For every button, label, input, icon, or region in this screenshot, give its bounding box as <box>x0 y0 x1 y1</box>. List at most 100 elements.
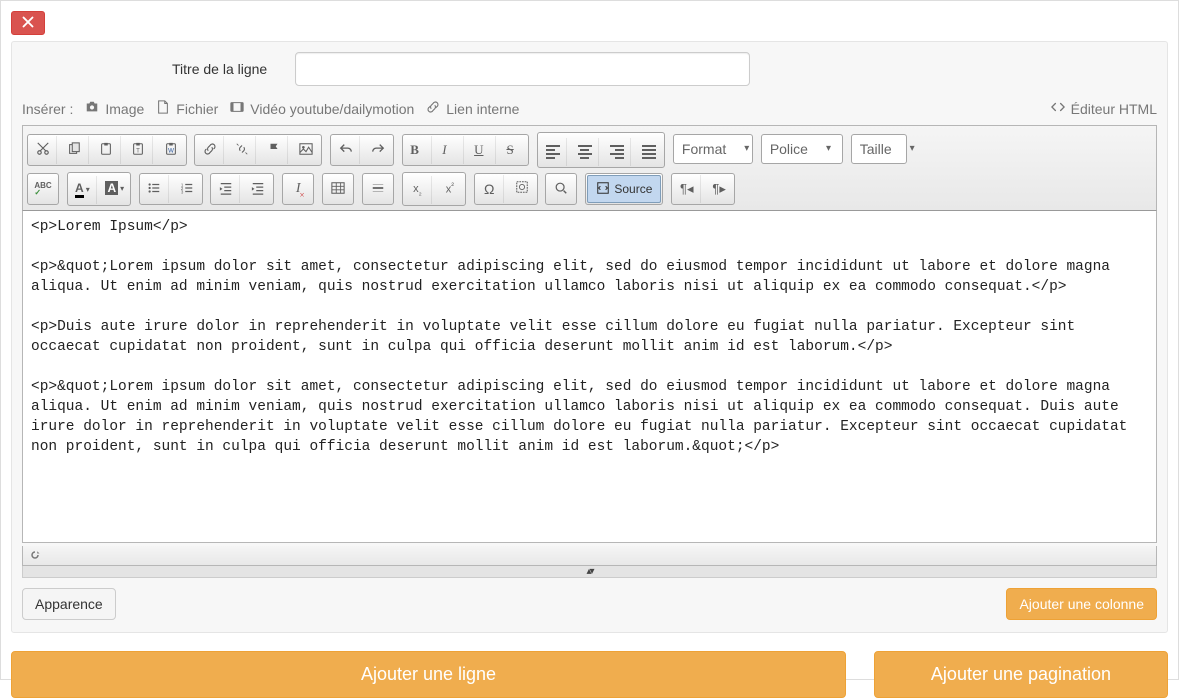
hr-button[interactable] <box>364 175 392 203</box>
rtl-button[interactable]: ¶▸ <box>705 175 733 203</box>
cut-button[interactable] <box>29 136 57 164</box>
insert-video-label: Vidéo youtube/dailymotion <box>250 101 414 117</box>
superscript-icon: x² <box>446 181 454 196</box>
bg-color-button[interactable]: A▾ <box>101 174 129 202</box>
elements-path-icon <box>29 548 41 564</box>
unlink-button[interactable] <box>228 136 256 164</box>
strike-button[interactable]: S <box>499 136 527 164</box>
resize-handle[interactable]: ▴▾ <box>22 566 1157 578</box>
undo-icon <box>339 142 353 159</box>
pilcrow-right-icon: ¶▸ <box>712 181 726 197</box>
insert-file-label: Fichier <box>176 101 218 117</box>
caret-down-icon: ▾ <box>910 143 915 154</box>
italic-button[interactable]: I <box>436 136 464 164</box>
omega-icon: Ω <box>484 181 494 197</box>
row-editor-panel: Titre de la ligne Insérer : Image Fichie… <box>11 41 1168 633</box>
undo-button[interactable] <box>332 136 360 164</box>
paste-button[interactable] <box>93 136 121 164</box>
html-editor-label: Éditeur HTML <box>1071 101 1157 117</box>
superscript-button[interactable]: x² <box>436 174 464 202</box>
text-color-button[interactable]: A▾ <box>69 176 97 204</box>
editor-status-bar <box>22 546 1157 566</box>
html-editor-button[interactable]: Éditeur HTML <box>1051 100 1157 117</box>
underline-button[interactable]: U <box>468 136 496 164</box>
paste-word-button[interactable]: W <box>157 136 185 164</box>
copy-button[interactable] <box>61 136 89 164</box>
insert-bar: Insérer : Image Fichier Vidéo youtube/da… <box>22 100 1157 117</box>
row-title-row: Titre de la ligne <box>22 52 1157 86</box>
anchor-button[interactable] <box>260 136 288 164</box>
indent-button[interactable] <box>244 175 272 203</box>
row-footer: Apparence Ajouter une colonne <box>22 588 1157 620</box>
picture-icon <box>299 142 313 159</box>
align-center-button[interactable] <box>571 138 599 166</box>
bulleted-list-button[interactable] <box>141 175 169 203</box>
clipboard-icon <box>99 142 113 159</box>
add-pagination-button[interactable]: Ajouter une pagination <box>874 651 1168 698</box>
redo-button[interactable] <box>364 136 392 164</box>
svg-text:T: T <box>136 147 140 154</box>
paste-text-button[interactable]: T <box>125 136 153 164</box>
insert-internal-link-button[interactable]: Lien interne <box>426 100 519 117</box>
delete-row-button[interactable] <box>11 11 45 35</box>
insert-file-button[interactable]: Fichier <box>156 100 218 117</box>
table-button[interactable] <box>324 175 352 203</box>
insert-image-button[interactable]: Image <box>85 100 144 117</box>
outdent-button[interactable] <box>212 175 240 203</box>
appearance-button[interactable]: Apparence <box>22 588 116 620</box>
svg-text:3: 3 <box>180 189 183 194</box>
strike-icon: S <box>506 143 520 157</box>
font-combo-label: Police <box>770 141 808 157</box>
insert-image-label: Image <box>105 101 144 117</box>
chain-broken-icon <box>235 142 249 159</box>
flag-icon <box>267 142 281 159</box>
indent-icon <box>251 181 265 198</box>
subscript-icon: x₂ <box>413 183 422 197</box>
abc-icon: ABC✓ <box>34 181 51 197</box>
align-right-button[interactable] <box>603 138 631 166</box>
ol-icon: 123 <box>180 181 194 198</box>
special-char-button[interactable]: Ω <box>476 175 504 203</box>
bg-color-icon: A <box>105 181 118 195</box>
align-left-button[interactable] <box>539 138 567 166</box>
bold-button[interactable]: B <box>404 136 432 164</box>
spellcheck-button[interactable]: ABC✓ <box>29 175 57 203</box>
row-title-input[interactable] <box>295 52 750 86</box>
code-icon <box>1051 100 1065 117</box>
source-button[interactable]: Source <box>587 175 661 203</box>
chain-icon <box>203 142 217 159</box>
insert-internal-link-label: Lien interne <box>446 101 519 117</box>
underline-icon: U <box>474 143 488 157</box>
image-button[interactable] <box>292 136 320 164</box>
scissors-icon <box>36 142 50 159</box>
redo-icon <box>371 142 385 159</box>
size-combo[interactable]: Taille▾ <box>851 134 907 164</box>
align-justify-button[interactable] <box>635 138 663 166</box>
clipboard-word-icon: W <box>164 142 178 159</box>
link-button[interactable] <box>196 136 224 164</box>
iframe-button[interactable] <box>508 175 536 203</box>
bold-icon: B <box>410 143 424 157</box>
source-icon <box>596 181 610 198</box>
add-column-button[interactable]: Ajouter une colonne <box>1006 588 1157 620</box>
source-textarea[interactable] <box>22 211 1157 543</box>
close-icon <box>22 16 34 31</box>
format-combo[interactable]: Format▾ <box>673 134 753 164</box>
numbered-list-button[interactable]: 123 <box>173 175 201 203</box>
italic-icon: I <box>442 143 456 157</box>
font-combo[interactable]: Police ▾ <box>761 134 843 164</box>
outdent-icon <box>219 181 233 198</box>
video-icon <box>230 100 244 117</box>
file-icon <box>156 100 170 117</box>
size-combo-label: Taille <box>860 141 892 157</box>
find-button[interactable] <box>547 175 575 203</box>
insert-video-button[interactable]: Vidéo youtube/dailymotion <box>230 100 414 117</box>
remove-format-button[interactable]: I× <box>284 175 312 203</box>
subscript-button[interactable]: x₂ <box>404 176 432 204</box>
add-line-button[interactable]: Ajouter une ligne <box>11 651 846 698</box>
caret-down-icon: ▾ <box>826 143 831 154</box>
align-right-icon <box>610 144 624 160</box>
ltr-button[interactable]: ¶◂ <box>673 175 701 203</box>
svg-text:W: W <box>168 147 174 154</box>
align-center-icon <box>578 144 592 160</box>
